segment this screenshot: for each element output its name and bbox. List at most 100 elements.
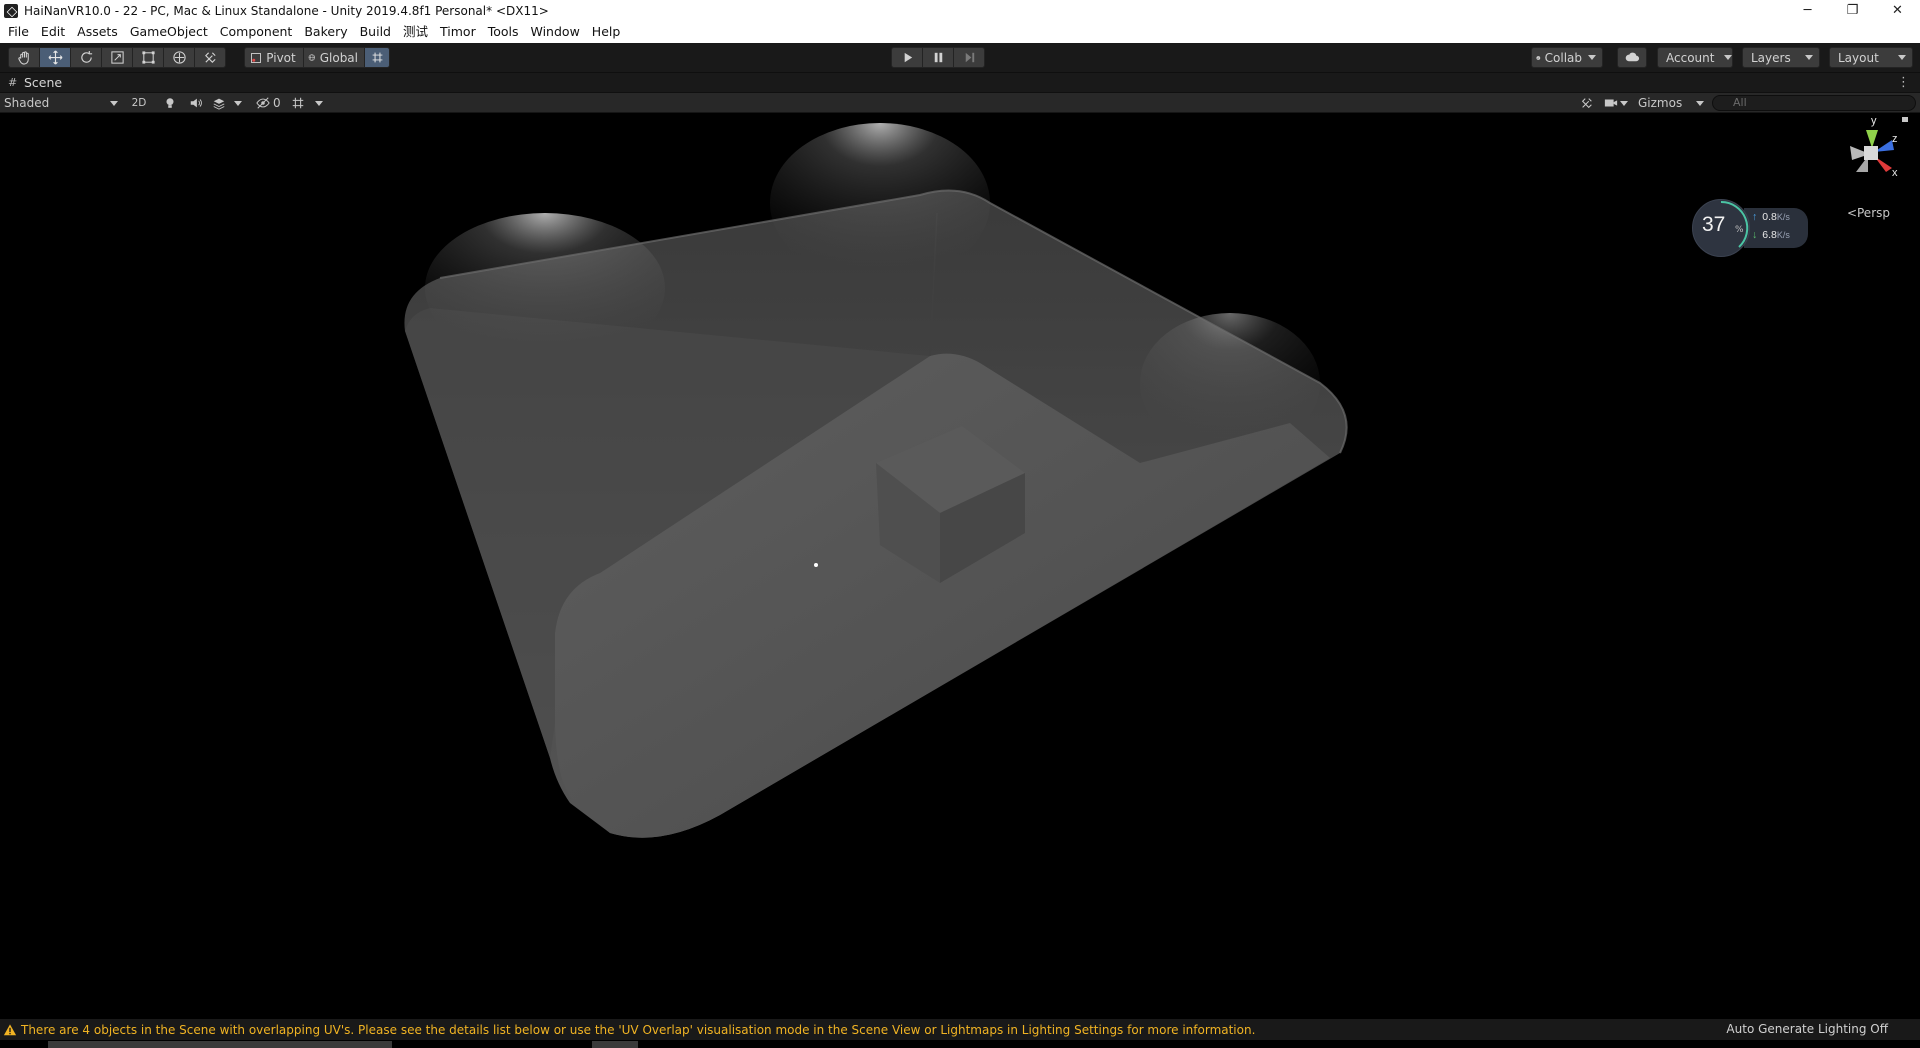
scene-viewport[interactable]: y z x <Persp ↑ 0.8K/s ↓ 6.8K/s 37 % (0, 113, 1920, 1019)
play-button[interactable] (891, 47, 923, 68)
gizmo-center-cube (1864, 146, 1878, 160)
rect-transform-icon (141, 51, 155, 64)
pause-button[interactable] (922, 47, 954, 68)
camera-icon (1604, 99, 1618, 107)
hidden-objects-toggle[interactable]: 0 (256, 94, 286, 112)
collab-label: Collab (1544, 50, 1582, 65)
global-toggle[interactable]: Global (303, 47, 365, 68)
speaker-icon (190, 98, 202, 108)
horizontal-scrollbar-thumb[interactable] (48, 1041, 392, 1048)
draw-mode-dropdown[interactable]: Shaded (4, 94, 118, 112)
layers-dropdown[interactable]: Layers (1742, 47, 1820, 68)
scene-point-marker (814, 563, 818, 567)
menu-tools[interactable]: Tools (482, 21, 525, 43)
scene-search-input[interactable]: All (1712, 95, 1916, 111)
global-label: Global (319, 50, 358, 65)
more-options-icon[interactable]: ⋮ (1897, 75, 1910, 90)
account-label: Account (1666, 50, 1715, 65)
editor-tools-button[interactable] (1575, 94, 1599, 112)
hand-tool-button[interactable] (8, 47, 40, 68)
custom-editor-tool-button[interactable] (194, 47, 226, 68)
lightbulb-icon (166, 98, 174, 108)
lighting-status[interactable]: Auto Generate Lighting Off (1726, 1022, 1888, 1036)
close-button[interactable]: ✕ (1875, 0, 1920, 21)
menu-component[interactable]: Component (214, 21, 299, 43)
usage-percent-sign: % (1735, 225, 1744, 235)
collab-group: Collab (1531, 47, 1603, 68)
lighting-toggle[interactable] (158, 94, 182, 112)
audio-toggle[interactable] (184, 94, 208, 112)
layout-label: Layout (1838, 50, 1879, 65)
upload-value: 0.8 (1762, 211, 1777, 223)
network-monitor-widget: ↑ 0.8K/s ↓ 6.8K/s 37 % (1692, 199, 1808, 257)
cloud-button[interactable] (1617, 47, 1647, 68)
menu-build[interactable]: Build (354, 21, 397, 43)
menu-bar: File Edit Assets GameObject Component Ba… (0, 21, 1920, 43)
axis-y-label: y (1871, 116, 1877, 127)
collab-dropdown[interactable]: Collab (1531, 47, 1603, 68)
horizontal-scrollbar-thumb[interactable] (592, 1041, 638, 1048)
projection-toggle[interactable]: <Persp (1847, 206, 1890, 220)
camera-settings-dropdown[interactable] (1604, 94, 1634, 112)
grid-visibility-dropdown[interactable] (291, 94, 331, 112)
menu-window[interactable]: Window (525, 21, 586, 43)
menu-gameobject[interactable]: GameObject (124, 21, 214, 43)
step-icon (965, 52, 974, 63)
layout-group: Layout (1829, 47, 1913, 68)
transform-tool-group (8, 47, 226, 68)
lock-icon (1902, 117, 1908, 122)
usage-percent: 37 (1702, 213, 1726, 236)
account-dropdown[interactable]: Account (1657, 47, 1733, 68)
effects-dropdown[interactable] (212, 94, 252, 112)
axis-z-label: z (1892, 133, 1898, 145)
chevron-down-icon (1620, 100, 1628, 106)
projection-label: Persp (1857, 206, 1890, 220)
status-warning-message: There are 4 objects in the Scene with ov… (21, 1022, 1256, 1037)
menu-bakery[interactable]: Bakery (298, 21, 353, 43)
minimize-button[interactable]: ─ (1785, 0, 1830, 21)
grid-snap-toggle[interactable] (364, 47, 390, 68)
scale-icon (110, 51, 124, 64)
chevron-down-icon (1805, 55, 1813, 60)
window-controls: ─ ❐ ✕ (1785, 0, 1920, 21)
rotate-tool-button[interactable] (70, 47, 102, 68)
axis-y-cone (1866, 130, 1878, 148)
chevron-down-icon (1588, 55, 1596, 60)
menu-edit[interactable]: Edit (35, 21, 71, 43)
main-toolbar: Pivot Global Collab Account Layers Layou… (0, 43, 1920, 73)
arrow-up-icon: ↑ (1752, 211, 1758, 223)
menu-file[interactable]: File (2, 21, 35, 43)
menu-help[interactable]: Help (586, 21, 627, 43)
menu-test[interactable]: 测试 (397, 21, 434, 43)
eye-hidden-icon (256, 97, 270, 109)
scene-grid-icon: # (8, 75, 18, 89)
window-title: HaiNanVR10.0 - 22 - PC, Mac & Linux Stan… (24, 3, 549, 18)
tools-icon (204, 52, 216, 63)
pivot-label: Pivot (266, 50, 296, 65)
menu-timor[interactable]: Timor (434, 21, 482, 43)
step-button[interactable] (953, 47, 985, 68)
play-icon (904, 52, 912, 63)
status-bar[interactable]: There are 4 objects in the Scene with ov… (0, 1019, 1920, 1040)
grid-icon (292, 97, 304, 109)
layout-dropdown[interactable]: Layout (1829, 47, 1913, 68)
move-tool-button[interactable] (39, 47, 71, 68)
restore-button[interactable]: ❐ (1830, 0, 1875, 21)
tools-icon (1581, 98, 1592, 109)
gizmos-dropdown[interactable]: Gizmos (1638, 94, 1704, 112)
transform-tool-button[interactable] (163, 47, 195, 68)
layers-label: Layers (1751, 50, 1791, 65)
scene-room-render (404, 123, 1348, 838)
check-circle-icon (1536, 55, 1541, 60)
chevron-down-icon (234, 100, 242, 106)
network-rates-panel: ↑ 0.8K/s ↓ 6.8K/s (1744, 208, 1808, 248)
arrow-down-icon: ↓ (1752, 229, 1758, 241)
pivot-toggle[interactable]: Pivot (244, 47, 304, 68)
rect-tool-button[interactable] (132, 47, 164, 68)
orientation-gizmo[interactable]: y z x (1830, 116, 1910, 206)
menu-assets[interactable]: Assets (71, 21, 124, 43)
toggle-2d-button[interactable]: 2D (126, 94, 152, 112)
scale-tool-button[interactable] (101, 47, 133, 68)
tab-scene[interactable]: Scene (24, 75, 62, 90)
transform-icon (172, 51, 186, 64)
